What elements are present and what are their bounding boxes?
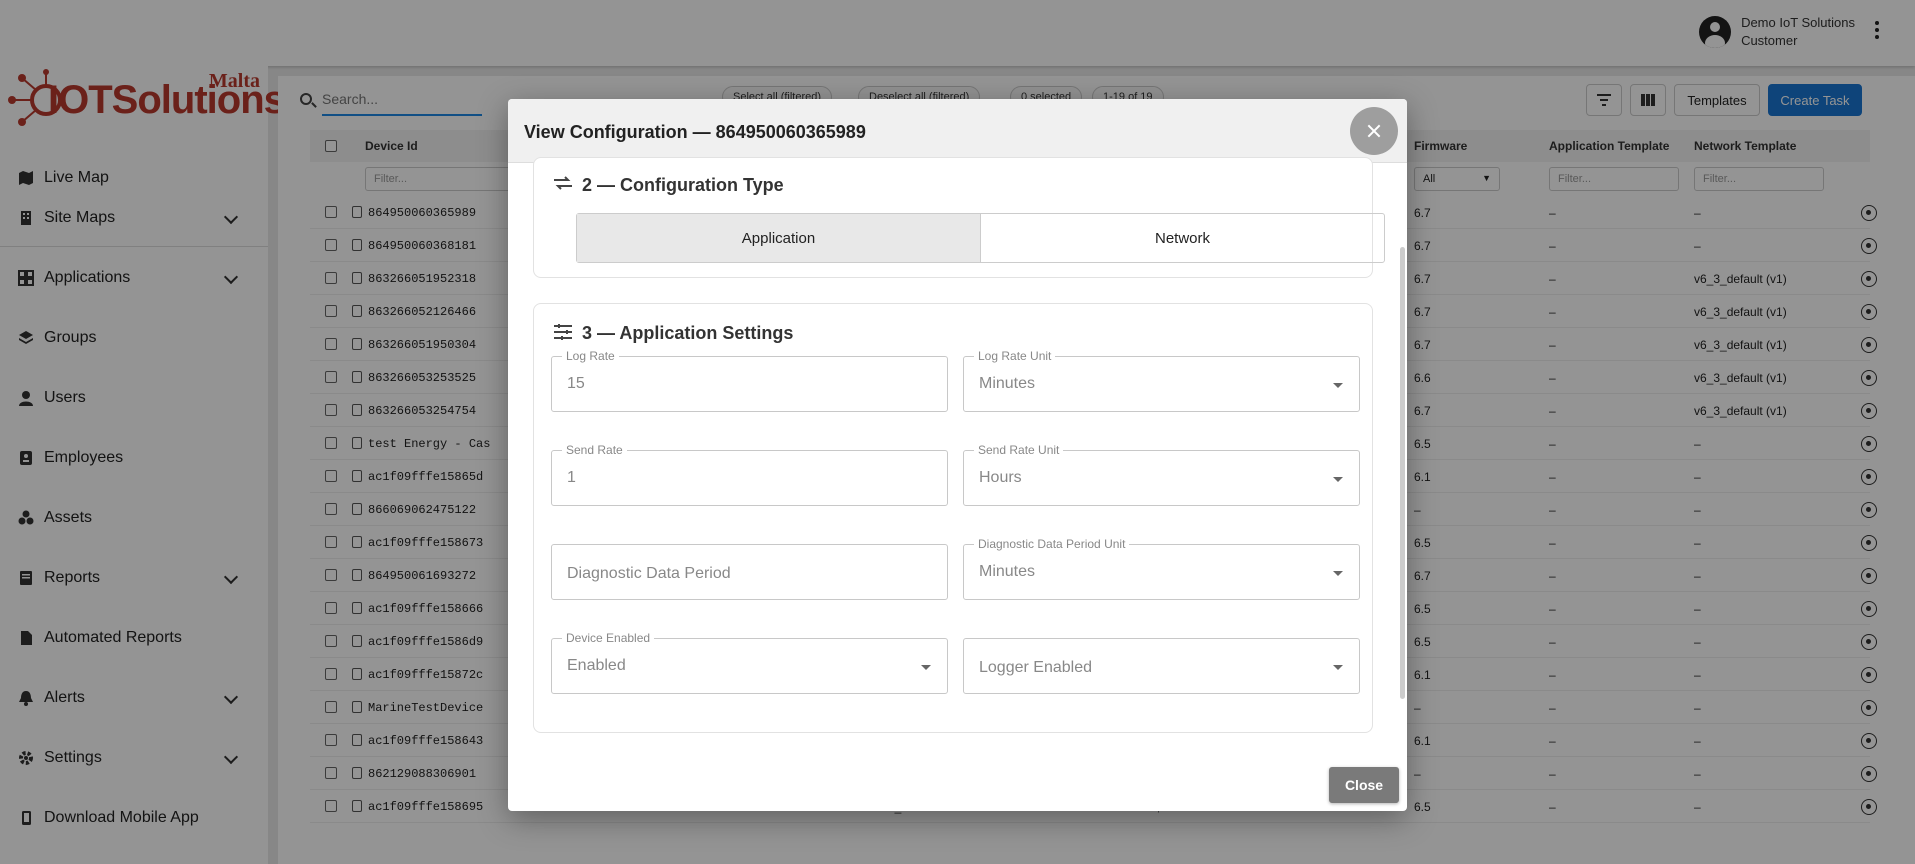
dropdown-arrow-icon [1333,477,1343,482]
configuration-type-card: 2 — Configuration Type Application Netwo… [533,157,1385,278]
diagnostic-data-period-unit-select[interactable]: Diagnostic Data Period Unit Minutes [963,537,1360,600]
dropdown-arrow-icon [1333,383,1343,388]
send-rate-field[interactable]: Send Rate 1 [551,443,948,506]
log-rate-unit-select[interactable]: Log Rate Unit Minutes [963,349,1360,412]
application-settings-card: 3 — Application Settings Log Rate 15 Log… [533,303,1373,733]
swap-horiz-icon [554,176,572,195]
section-title: 2 — Configuration Type [582,175,784,195]
dialog-header: View Configuration — 864950060365989 [508,99,1407,163]
logger-enabled-select[interactable]: Logger Enabled [963,638,1360,694]
dropdown-arrow-icon [1333,665,1343,670]
type-option-application[interactable]: Application [577,214,981,262]
tune-icon [554,324,572,345]
type-option-network[interactable]: Network [981,214,1384,262]
configuration-type-toggle: Application Network [576,213,1385,263]
send-rate-unit-select[interactable]: Send Rate Unit Hours [963,443,1360,506]
close-button[interactable]: Close [1329,767,1399,803]
dropdown-arrow-icon [1333,571,1343,576]
diagnostic-data-period-field[interactable]: Diagnostic Data Period [551,544,948,600]
dialog-scrollbar[interactable] [1400,247,1405,699]
device-enabled-select[interactable]: Device Enabled Enabled [551,631,948,694]
dropdown-arrow-icon [921,665,931,670]
log-rate-field[interactable]: Log Rate 15 [551,349,948,412]
close-icon[interactable] [1350,107,1398,155]
dialog-title: View Configuration — 864950060365989 [524,122,866,142]
view-configuration-dialog: View Configuration — 864950060365989 2 —… [508,99,1407,811]
section-title: 3 — Application Settings [582,323,794,343]
dialog-body: 2 — Configuration Type Application Netwo… [508,157,1407,757]
